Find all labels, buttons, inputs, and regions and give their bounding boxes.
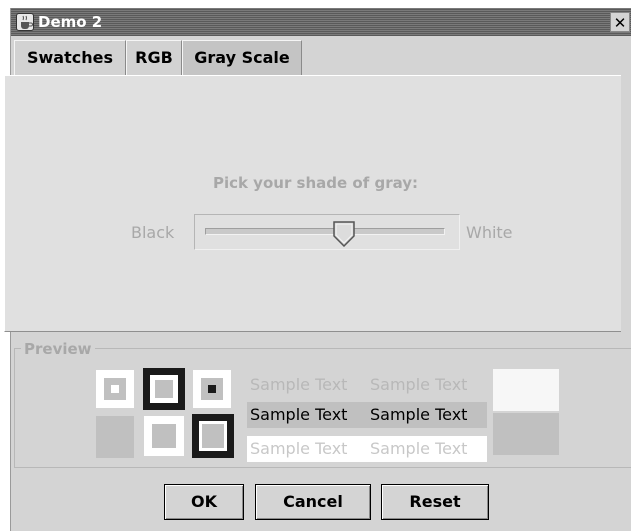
black-label: Black (131, 223, 175, 242)
swatch-white-frame (96, 370, 134, 408)
swatch-large-gray (493, 413, 559, 455)
sample-text: Sample Text (370, 375, 468, 394)
gray-slider[interactable] (194, 214, 460, 250)
sample-text: Sample Text (250, 375, 348, 394)
sample-text-on-white: Sample Text (247, 436, 367, 462)
title-bar[interactable]: Demo 2 ✕ (11, 8, 631, 36)
gray-scale-panel (4, 75, 621, 332)
sample-text-on-white: Sample Text (367, 436, 487, 462)
sample-text-highlighted: Sample Text (367, 402, 487, 428)
swatch-black-frame (143, 368, 185, 410)
white-label: White (466, 223, 513, 242)
close-icon[interactable]: ✕ (610, 12, 630, 32)
swatch-gray-on-black (192, 414, 234, 458)
cancel-button[interactable]: Cancel (255, 484, 371, 520)
swatch-large-white (493, 369, 559, 411)
swatch-gray-center (193, 370, 231, 408)
swatch-solid-gray (96, 416, 134, 458)
slider-track[interactable] (205, 228, 445, 235)
tab-rgb[interactable]: RGB (126, 40, 182, 75)
reset-button[interactable]: Reset (381, 484, 489, 520)
shade-prompt: Pick your shade of gray: (212, 174, 419, 192)
ok-button[interactable]: OK (164, 484, 244, 520)
window-title: Demo 2 (38, 13, 103, 31)
preview-title: Preview (21, 340, 95, 358)
tab-gray-scale[interactable]: Gray Scale (182, 40, 302, 76)
sample-text-highlighted: Sample Text (247, 402, 367, 428)
slider-thumb[interactable] (333, 221, 355, 248)
tab-swatches[interactable]: Swatches (14, 40, 126, 75)
swatch-gray-on-white (144, 416, 184, 456)
java-cup-icon (16, 13, 34, 31)
